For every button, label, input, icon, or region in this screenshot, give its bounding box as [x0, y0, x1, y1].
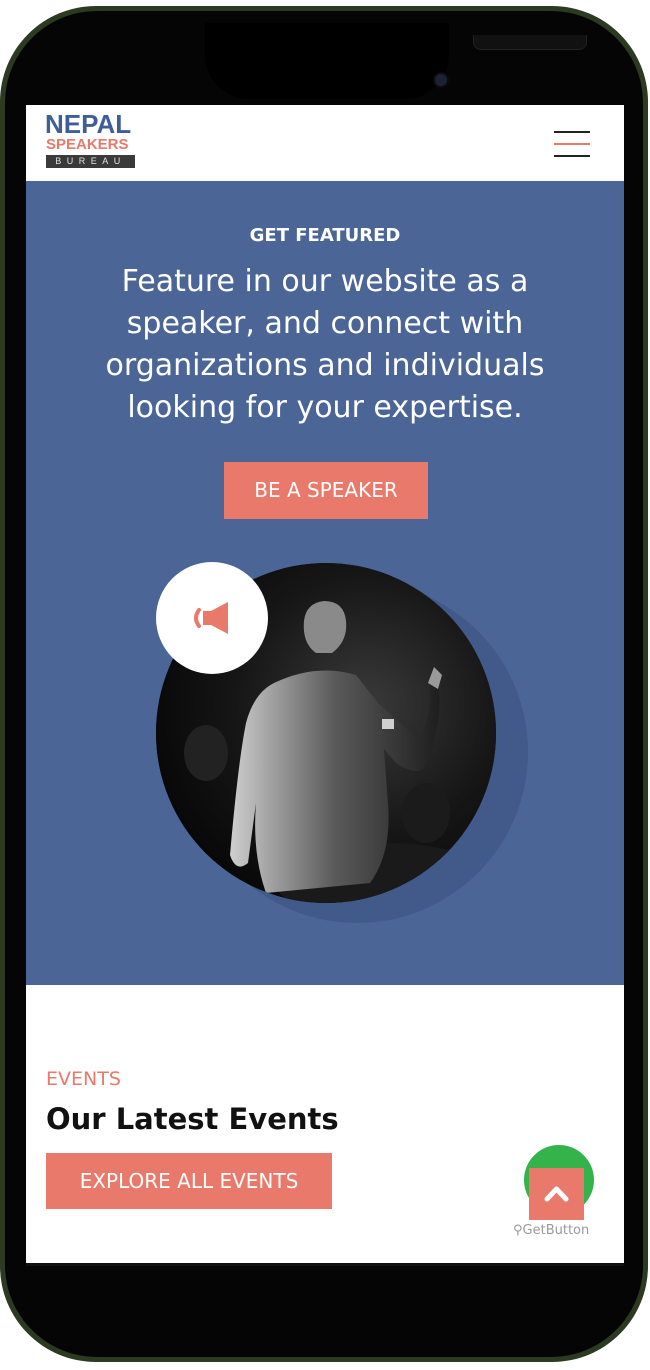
logo-line-nepal: NEPAL [45, 109, 132, 139]
megaphone-icon [194, 602, 228, 634]
logo-line-speakers: SPEAKERS [46, 136, 129, 153]
site-header: NEPAL SPEAKERS BUREAU [26, 105, 624, 182]
explore-all-events-button[interactable]: EXPLORE ALL EVENTS [46, 1153, 332, 1209]
hero-description: Feature in our website as a speaker, and… [105, 264, 545, 425]
getbutton-logo-icon: ⚲ [513, 1223, 523, 1238]
events-title: Our Latest Events [46, 1102, 339, 1136]
scroll-to-top-button[interactable] [529, 1168, 584, 1220]
get-featured-section: GET FEATURED Feature in our website as a… [26, 181, 624, 985]
be-a-speaker-button[interactable]: BE A SPEAKER [224, 462, 428, 519]
menu-bar-bottom [554, 155, 590, 157]
logo-line-bureau: BUREAU [46, 155, 135, 168]
events-eyebrow: EVENTS [46, 1068, 121, 1090]
front-camera-icon [435, 74, 447, 86]
phone-notch [205, 23, 587, 99]
site-logo[interactable]: NEPAL SPEAKERS BUREAU [45, 111, 145, 173]
menu-bar-top [554, 131, 590, 133]
screen-bottom-edge [26, 1263, 624, 1266]
chevron-up-icon [544, 1186, 569, 1202]
hamburger-menu-icon[interactable] [554, 129, 594, 161]
screen: NEPAL SPEAKERS BUREAU GET FEATURED Featu… [26, 105, 624, 1263]
getbutton-credit[interactable]: ⚲GetButton [513, 1223, 589, 1238]
earpiece-speaker [473, 35, 587, 50]
megaphone-badge [156, 562, 268, 674]
menu-bar-middle [554, 143, 590, 145]
events-section: EVENTS Our Latest Events EXPLORE ALL EVE… [26, 985, 624, 1263]
hero-eyebrow: GET FEATURED [249, 225, 401, 246]
getbutton-label: GetButton [522, 1223, 590, 1238]
